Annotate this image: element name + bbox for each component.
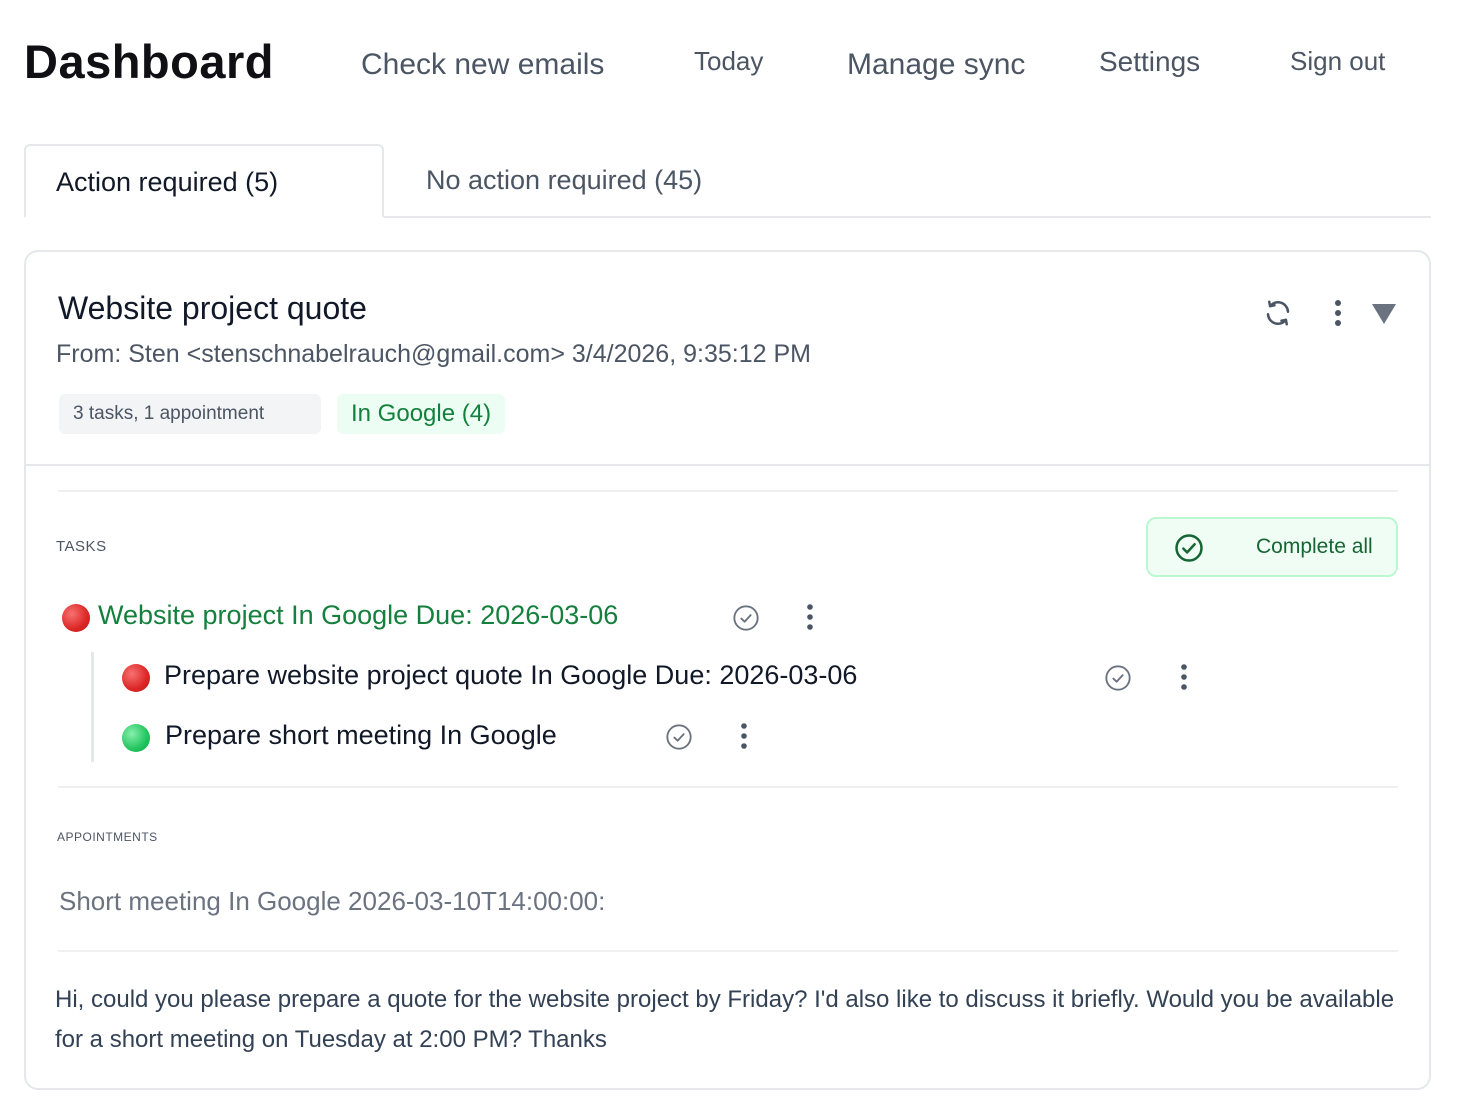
- check-circle-icon[interactable]: [1104, 664, 1132, 697]
- task-title[interactable]: Website project In Google Due: 2026-03-0…: [98, 600, 618, 631]
- top-navigation: Dashboard Check new emails Today Manage …: [0, 0, 1464, 120]
- nav-check-new-emails[interactable]: Check new emails: [361, 48, 604, 82]
- check-circle-icon[interactable]: [732, 604, 760, 637]
- task-item: Prepare website project quote In Google …: [122, 658, 1202, 698]
- appointments-section-label: APPOINTMENTS: [57, 830, 158, 844]
- brand-title: Dashboard: [24, 35, 274, 88]
- email-body: Hi, could you please prepare a quote for…: [55, 986, 1395, 1053]
- sync-badge: In Google (4): [337, 394, 506, 434]
- task-item: Prepare short meeting In Google: [122, 718, 762, 758]
- tab-bar: Action required (5) No action required (…: [24, 144, 1431, 218]
- section-divider: [58, 950, 1398, 952]
- triangle-down-icon[interactable]: [1370, 300, 1398, 328]
- subtask-indent-bar: [91, 652, 94, 762]
- complete-all-label: Complete all: [1256, 535, 1373, 558]
- task-title[interactable]: Prepare short meeting In Google: [165, 720, 557, 751]
- tab-action-required[interactable]: Action required (5): [24, 144, 384, 218]
- status-dot-green: [122, 724, 150, 752]
- section-divider: [58, 786, 1398, 788]
- header-divider: [26, 464, 1429, 466]
- nav-sign-out[interactable]: Sign out: [1290, 46, 1385, 77]
- nav-settings[interactable]: Settings: [1099, 46, 1200, 78]
- status-dot-red: [122, 664, 150, 692]
- section-divider: [58, 490, 1398, 492]
- email-sender-line: From: Sten <stenschnabelrauch@gmail.com>…: [56, 340, 811, 368]
- summary-badge: 3 tasks, 1 appointment: [59, 394, 321, 434]
- appointment-item[interactable]: Short meeting In Google 2026-03-10T14:00…: [59, 886, 605, 917]
- kebab-menu-icon[interactable]: [740, 722, 748, 755]
- nav-today[interactable]: Today: [694, 46, 763, 77]
- kebab-menu-icon[interactable]: [1326, 296, 1350, 330]
- check-circle-icon[interactable]: [665, 723, 693, 756]
- tasks-section-label: TASKS: [56, 538, 107, 555]
- email-subject: Website project quote: [58, 290, 367, 326]
- tab-no-action-required[interactable]: No action required (45): [396, 144, 816, 218]
- task-item: Website project In Google Due: 2026-03-0…: [62, 598, 813, 638]
- task-title[interactable]: Prepare website project quote In Google …: [164, 660, 857, 691]
- nav-manage-sync[interactable]: Manage sync: [847, 48, 1025, 82]
- refresh-icon[interactable]: [1261, 296, 1295, 330]
- check-circle-icon: [1174, 533, 1204, 569]
- email-card: Website project quote From: Sten <stensc…: [24, 250, 1431, 1090]
- complete-all-button[interactable]: Complete all: [1146, 517, 1398, 577]
- status-dot-red: [62, 604, 90, 632]
- kebab-menu-icon[interactable]: [806, 603, 814, 636]
- kebab-menu-icon[interactable]: [1180, 663, 1188, 696]
